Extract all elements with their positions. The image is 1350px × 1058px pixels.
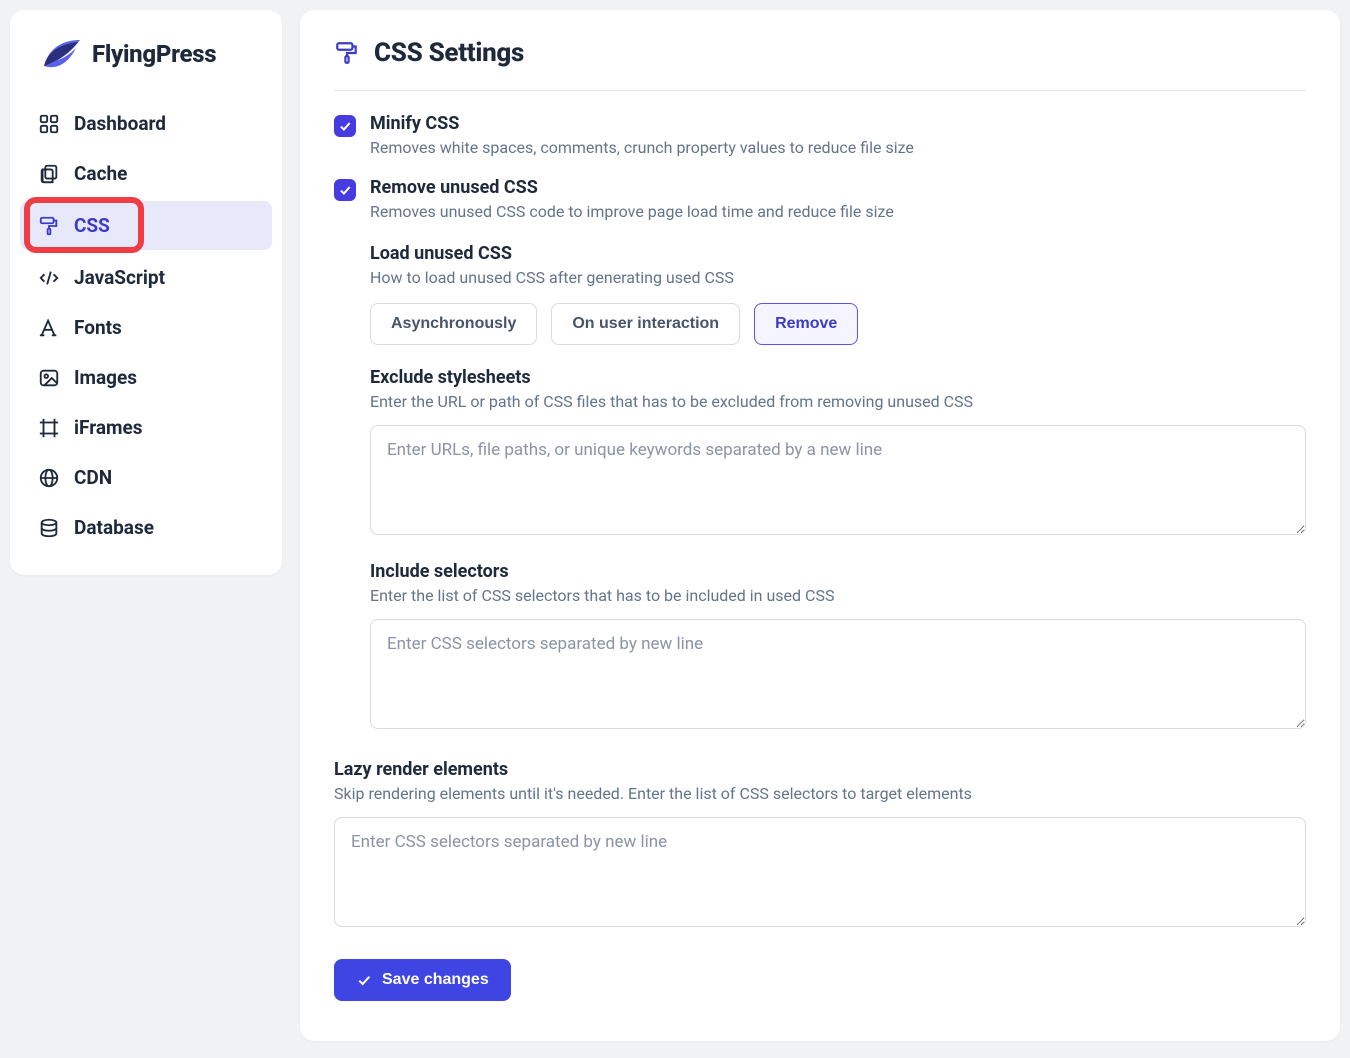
sidebar-item-cache[interactable]: Cache (20, 149, 272, 198)
sidebar-item-database[interactable]: Database (20, 503, 272, 552)
include-title: Include selectors (370, 561, 1306, 582)
sidebar-item-label: CSS (74, 214, 110, 237)
frame-icon (38, 417, 60, 439)
sidebar-item-label: Images (74, 366, 137, 389)
paint-roller-icon (38, 215, 60, 237)
sidebar-item-javascript[interactable]: JavaScript (20, 253, 272, 302)
code-icon (38, 267, 60, 289)
exclude-title: Exclude stylesheets (370, 367, 1306, 388)
option-asynchronously[interactable]: Asynchronously (370, 303, 537, 345)
load-unused-desc: How to load unused CSS after generating … (370, 268, 1306, 287)
sidebar-item-label: Dashboard (74, 112, 166, 135)
load-unused-title: Load unused CSS (370, 243, 1306, 264)
check-icon (356, 972, 372, 988)
setting-minify-css: Minify CSS Removes white spaces, comment… (334, 113, 1306, 157)
load-unused-options: Asynchronously On user interaction Remov… (370, 303, 1306, 345)
lazy-render-input[interactable] (334, 817, 1306, 927)
paint-roller-icon (334, 40, 360, 66)
minify-css-checkbox[interactable] (334, 115, 356, 137)
include-desc: Enter the list of CSS selectors that has… (370, 586, 1306, 605)
dashboard-icon (38, 113, 60, 135)
lazy-render-title: Lazy render elements (334, 759, 1306, 780)
sidebar-item-images[interactable]: Images (20, 353, 272, 402)
sidebar-item-label: CDN (74, 466, 112, 489)
save-button[interactable]: Save changes (334, 959, 511, 1001)
exclude-stylesheets-input[interactable] (370, 425, 1306, 535)
sidebar-item-css[interactable]: CSS (20, 201, 272, 250)
brand-logo-icon (38, 36, 82, 72)
sidebar-item-label: JavaScript (74, 266, 165, 289)
sidebar-item-dashboard[interactable]: Dashboard (20, 99, 272, 148)
settings-panel: CSS Settings Minify CSS Removes white sp… (300, 10, 1340, 1041)
sidebar-item-label: Database (74, 516, 154, 539)
sidebar-item-cdn[interactable]: CDN (20, 453, 272, 502)
sidebar-item-label: Fonts (74, 316, 122, 339)
brand-name: FlyingPress (92, 40, 216, 68)
setting-remove-unused-css: Remove unused CSS Removes unused CSS cod… (334, 177, 1306, 221)
sidebar-item-iframes[interactable]: iFrames (20, 403, 272, 452)
include-selectors-input[interactable] (370, 619, 1306, 729)
sidebar-item-label: iFrames (74, 416, 143, 439)
setting-desc: Removes white spaces, comments, crunch p… (370, 138, 1306, 157)
panel-header: CSS Settings (334, 38, 1306, 91)
sidebar-nav: Dashboard Cache (10, 94, 282, 552)
lazy-render-desc: Skip rendering elements until it's neede… (334, 784, 1306, 803)
sidebar-item-label: Cache (74, 162, 127, 185)
font-icon (38, 317, 60, 339)
setting-label: Remove unused CSS (370, 177, 1306, 198)
image-icon (38, 367, 60, 389)
page-title: CSS Settings (374, 38, 524, 68)
setting-desc: Removes unused CSS code to improve page … (370, 202, 1306, 221)
setting-label: Minify CSS (370, 113, 1306, 134)
option-on-user-interaction[interactable]: On user interaction (551, 303, 740, 345)
exclude-desc: Enter the URL or path of CSS files that … (370, 392, 1306, 411)
save-button-label: Save changes (382, 971, 489, 989)
brand-logo: FlyingPress (10, 30, 282, 94)
sidebar-item-fonts[interactable]: Fonts (20, 303, 272, 352)
cache-icon (38, 163, 60, 185)
remove-unused-css-checkbox[interactable] (334, 179, 356, 201)
sidebar: FlyingPress Dashboard (10, 10, 282, 575)
database-icon (38, 517, 60, 539)
globe-icon (38, 467, 60, 489)
option-remove[interactable]: Remove (754, 303, 858, 345)
